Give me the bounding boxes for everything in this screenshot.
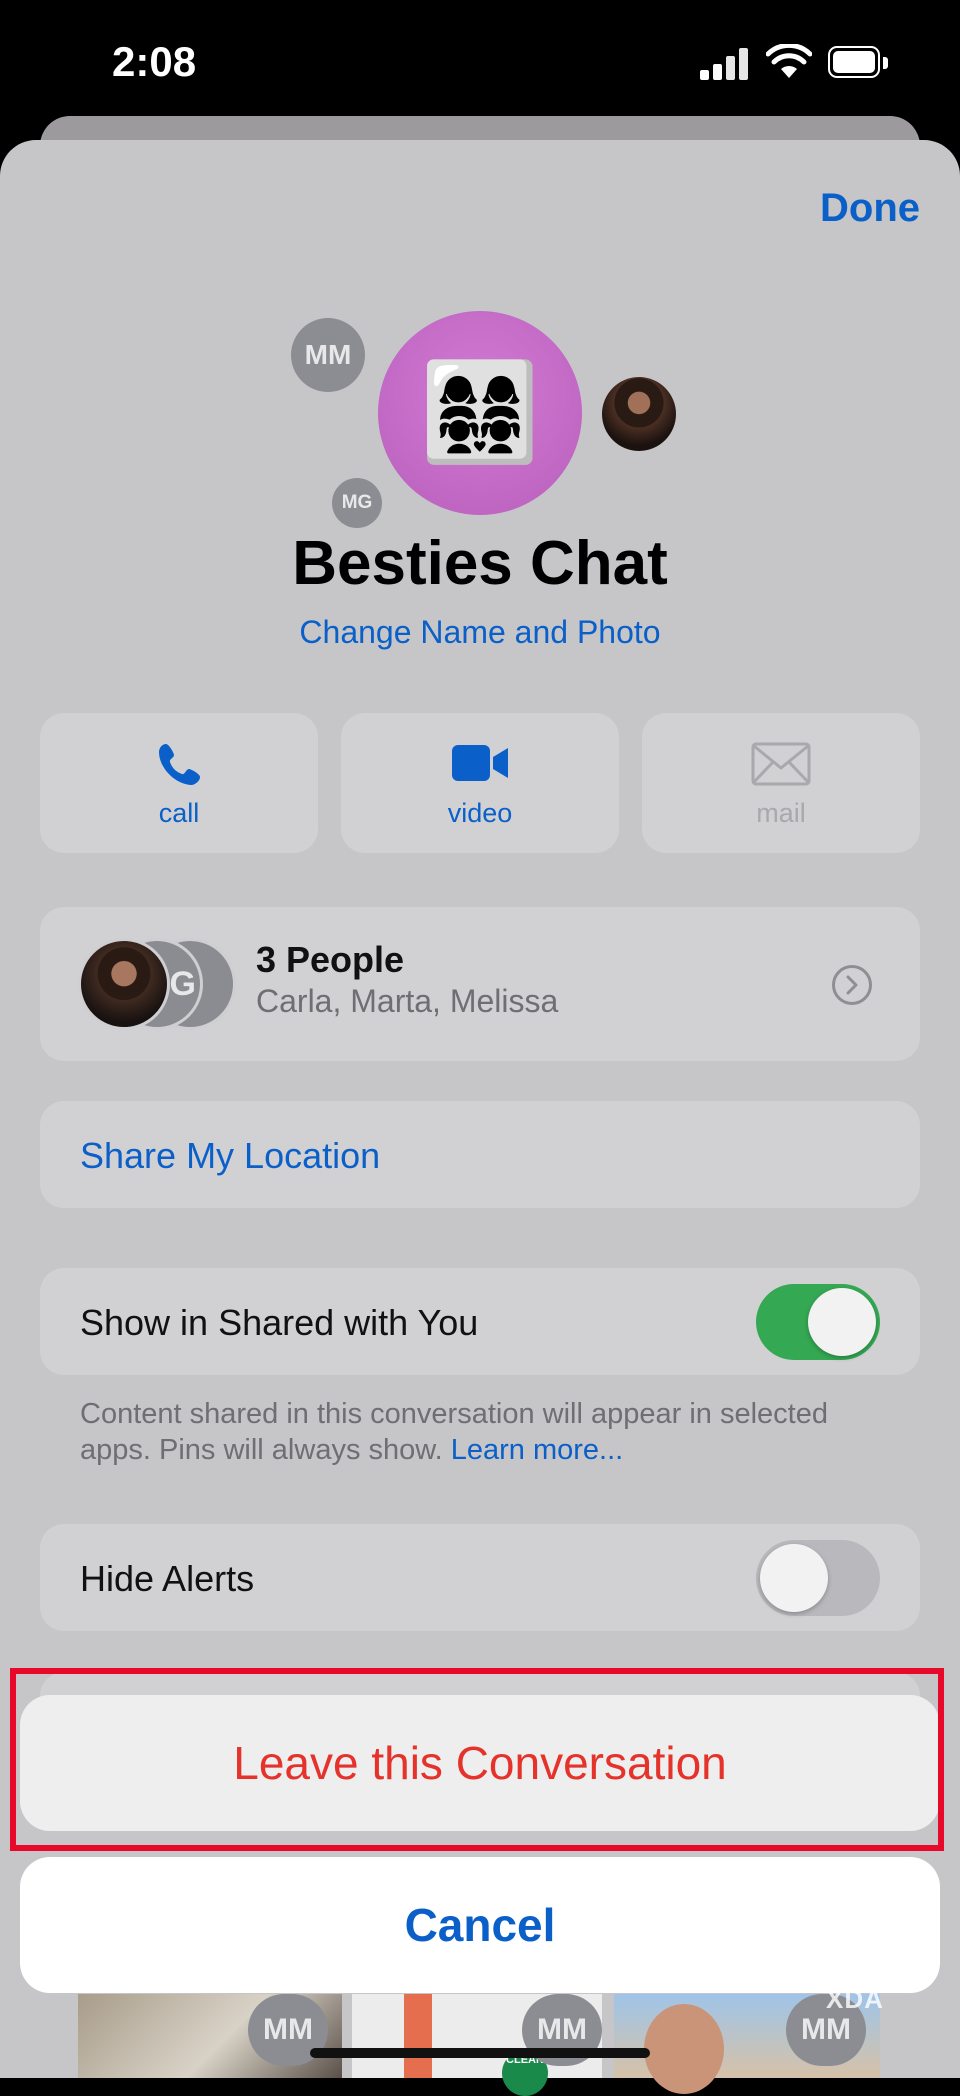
hide-alerts-label: Hide Alerts <box>80 1558 255 1599</box>
highlight-frame <box>10 1668 944 1851</box>
group-avatar[interactable]: 👩‍👩‍👧‍👧 <box>378 311 582 515</box>
shared-with-you-row: Show in Shared with You <box>40 1268 920 1375</box>
mail-button[interactable]: mail <box>642 713 920 853</box>
stack-avatar-1 <box>78 938 170 1030</box>
attachment-thumbnail-1[interactable]: MM <box>78 1994 342 2078</box>
status-time: 2:08 <box>112 38 197 85</box>
learn-more-link[interactable]: Learn more... <box>451 1434 623 1466</box>
chevron-right-icon <box>832 965 872 1005</box>
call-label: call <box>158 798 200 828</box>
wifi-icon <box>765 42 813 85</box>
shared-with-you-toggle[interactable] <box>756 1284 880 1360</box>
cellular-signal-icon <box>700 48 748 80</box>
phone-icon <box>159 744 200 785</box>
hide-alerts-row: Hide Alerts <box>40 1524 920 1631</box>
product-tube <box>404 1994 432 2078</box>
shared-footnote: Content shared in this conversation will… <box>80 1396 880 1468</box>
member-avatar-mm: MM <box>291 318 365 392</box>
video-button[interactable]: video <box>341 713 619 853</box>
share-location-row[interactable]: Share My Location <box>40 1101 920 1208</box>
member-avatar-mg: MG <box>332 478 382 528</box>
home-indicator[interactable] <box>310 2048 650 2058</box>
member-avatar-stack: MG <box>78 938 238 1030</box>
attachment-thumbnail-2[interactable]: CLEAN MM <box>352 1994 602 2096</box>
people-count: 3 People <box>256 939 405 980</box>
family-emoji: 👩‍👩‍👧‍👧 <box>420 359 540 466</box>
call-button[interactable]: call <box>40 713 318 853</box>
done-button[interactable]: Done <box>820 186 920 231</box>
video-icon <box>452 745 508 781</box>
mail-icon <box>751 742 811 786</box>
cancel-button[interactable]: Cancel <box>20 1857 940 1993</box>
battery-icon <box>828 46 890 80</box>
toggle-knob <box>760 1544 828 1612</box>
portrait-face <box>644 2004 724 2094</box>
change-name-photo-link[interactable]: Change Name and Photo <box>0 614 960 651</box>
people-row[interactable]: MG 3 People Carla, Marta, Melissa <box>40 907 920 1061</box>
people-names: Carla, Marta, Melissa <box>256 983 559 1019</box>
hide-alerts-toggle[interactable] <box>756 1540 880 1616</box>
video-label: video <box>447 798 513 828</box>
mail-label: mail <box>756 798 806 828</box>
xda-watermark: XDA <box>826 1984 884 2014</box>
shared-with-you-label: Show in Shared with You <box>80 1302 479 1343</box>
share-location-label: Share My Location <box>80 1135 381 1176</box>
member-photo-avatar <box>602 377 676 451</box>
group-name-title: Besties Chat <box>292 529 668 598</box>
toggle-knob <box>808 1288 876 1356</box>
